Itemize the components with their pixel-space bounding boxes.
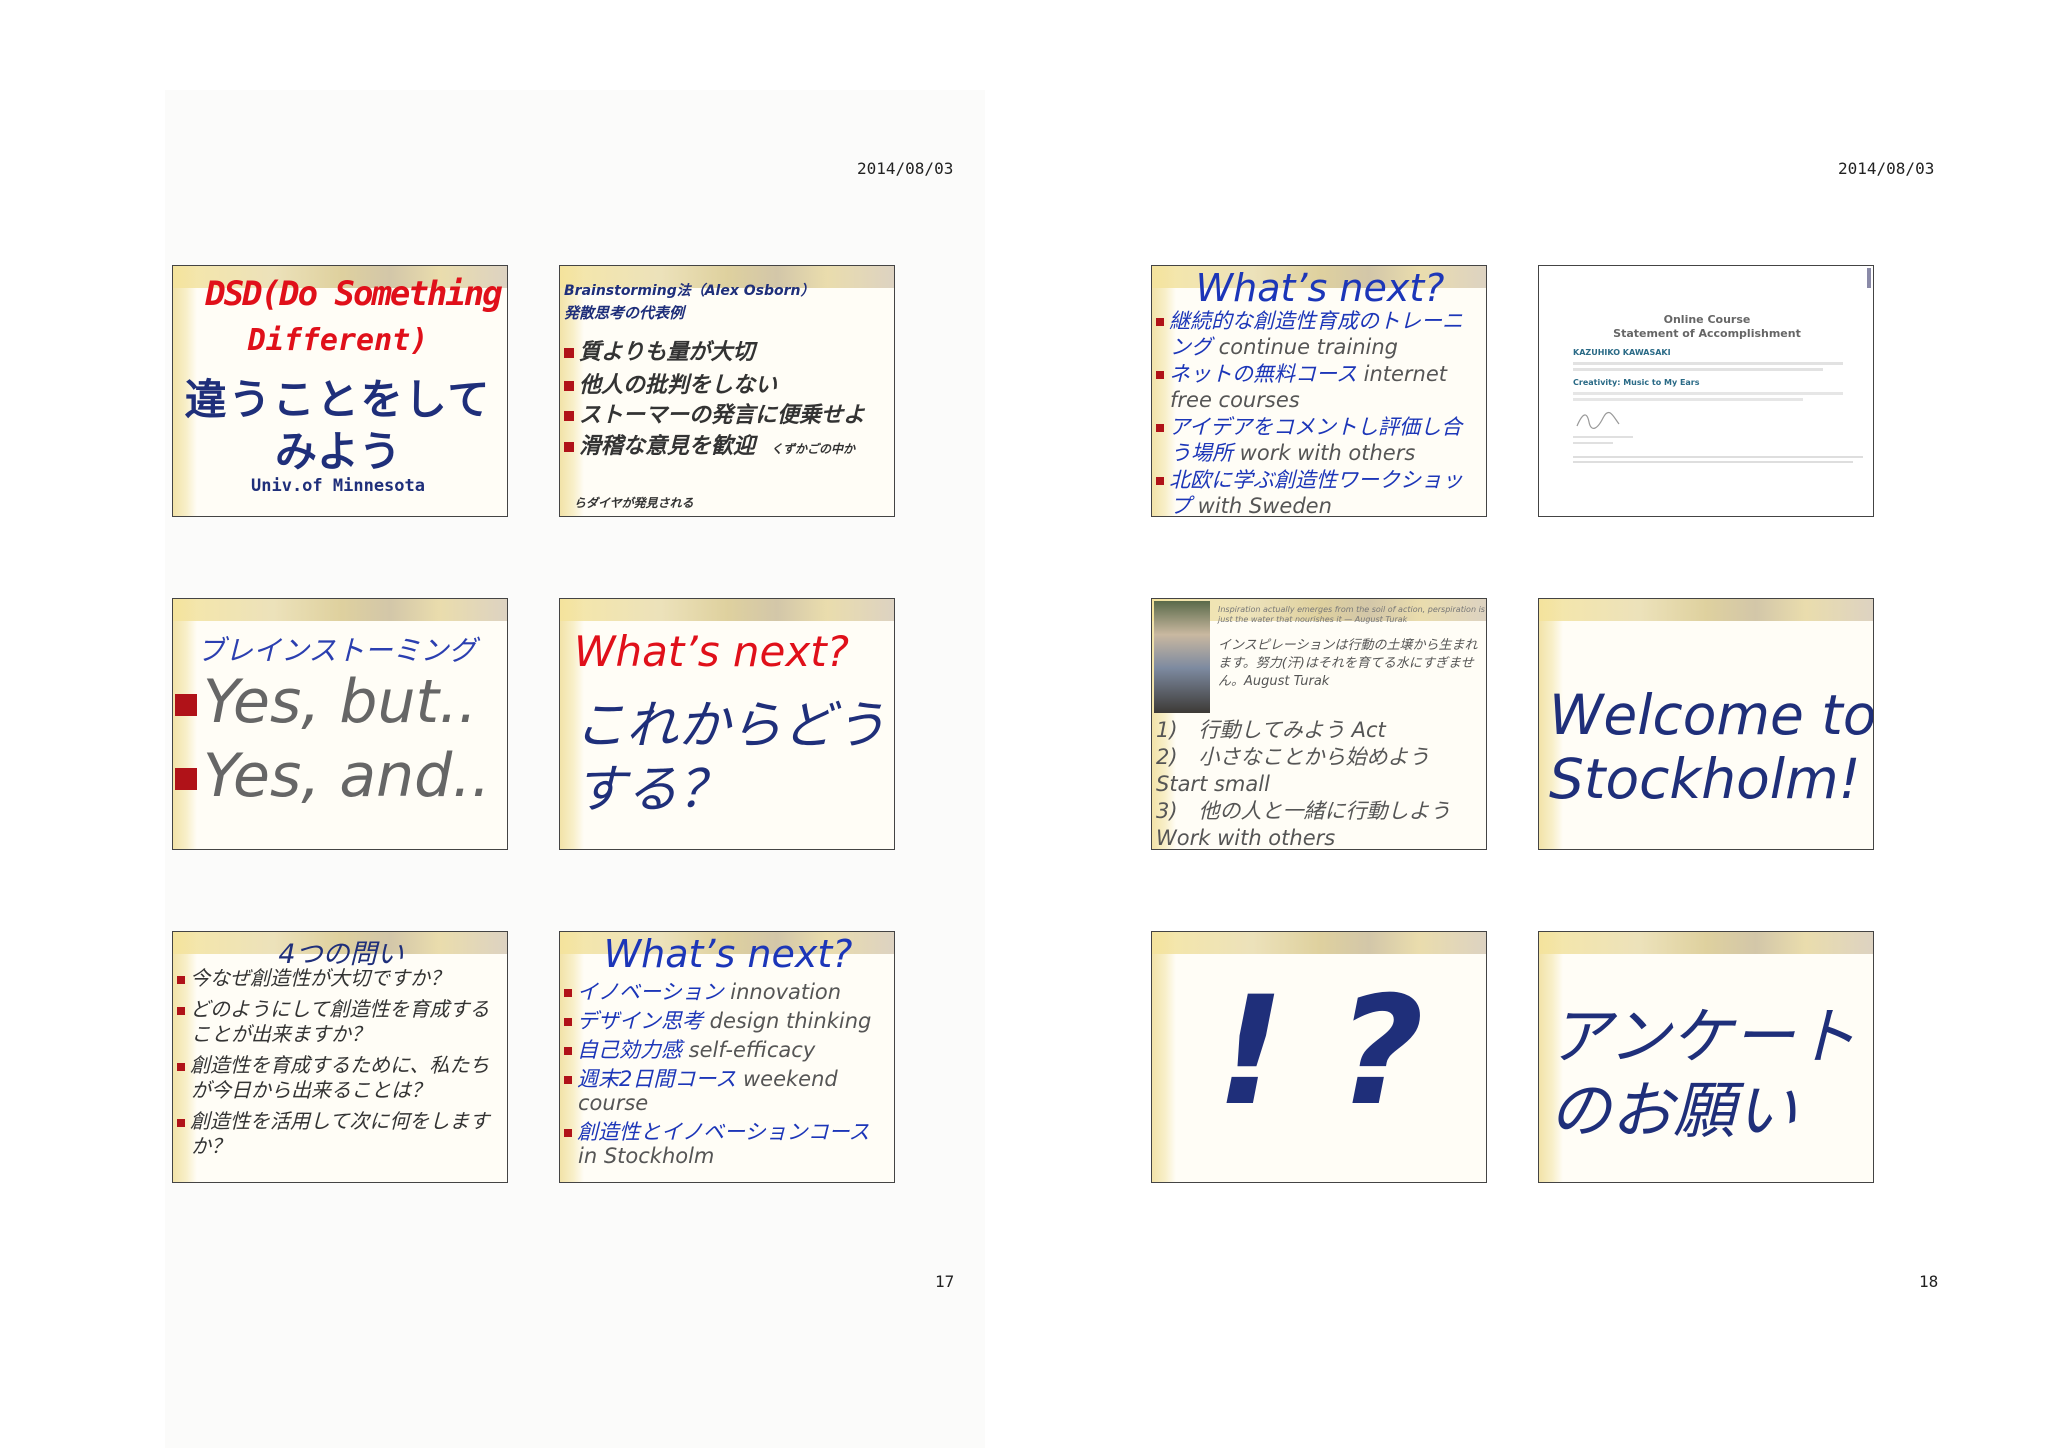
handout-page-left: 2014/08/03 17 DSD(Do Something Different…: [0, 0, 1024, 1448]
list-note: らダイヤが発見される: [574, 496, 694, 510]
quote-japanese: インスピレーションは行動の土壌から生まれます。努力(汗)はそれを育てる水にすぎま…: [1218, 638, 1478, 689]
slide-body-line: Welcome to: [1549, 683, 1874, 747]
page-number: 17: [935, 1272, 955, 1291]
text-line: [1573, 368, 1823, 371]
page-number: 18: [1919, 1272, 1939, 1291]
list-item: Start small: [1156, 772, 1270, 796]
quote-english: Inspiration actually emerges from the so…: [1218, 605, 1485, 624]
signature-icon: [1576, 411, 1620, 429]
list-item: 自己効力感 self-efficacy: [564, 1038, 890, 1062]
list-item: アイデアをコメントし評価し合う場所 work with others: [1156, 414, 1482, 466]
slide-title: What’s next?: [574, 627, 850, 676]
slide-body-line: する？: [574, 760, 731, 820]
bullet-list: 質よりも量が大切 他人の批判をしない ストーマーの発言に便乗せよ 滑稽な意見を歓…: [564, 336, 890, 466]
text-line: [1573, 392, 1843, 395]
list-item: 創造性とイノベーションコース in Stockholm: [564, 1120, 890, 1168]
slide-title-line: DSD(Do Something: [205, 274, 503, 314]
text-line: [1573, 362, 1843, 365]
slide-whats-next-red: What’s next? これからどう する？: [559, 598, 895, 850]
list-note: くずかごの中か: [771, 442, 856, 456]
list-item: 今なぜ創造性が大切ですか？: [177, 966, 501, 991]
list-item: Yes, but..: [175, 667, 477, 737]
slide-four-questions: 4つの問い 今なぜ創造性が大切ですか？ どのようにして創造性を育成することが出来…: [172, 931, 508, 1183]
list-item: 質よりも量が大切: [564, 336, 890, 369]
list-item: 滑稽な意見を歓迎 くずかごの中か: [564, 430, 890, 466]
text-line: [1573, 461, 1853, 463]
action-list: 1) 行動してみよう Act 2) 小さなことから始めよう Start smal…: [1156, 717, 1486, 850]
list-item: 2) 小さなことから始めよう: [1156, 745, 1430, 769]
list-item: Work with others: [1156, 826, 1336, 850]
list-item: 創造性を育成するために、私たちが今日から出来ることは？: [177, 1053, 501, 1103]
page-date: 2014/08/03: [1838, 159, 1935, 178]
text-line: [1573, 456, 1863, 458]
slide-body-line: のお願い: [1549, 1074, 1798, 1147]
certificate-course: Creativity: Music to My Ears: [1573, 378, 1700, 387]
certificate-name: KAZUHIKO KAWASAKI: [1573, 348, 1671, 357]
slide-certificate: Online Course Statement of Accomplishmen…: [1538, 265, 1874, 517]
list-item: イノベーション innovation: [564, 980, 890, 1004]
slide-turak-quote: Inspiration actually emerges from the so…: [1151, 598, 1487, 850]
slide-caption: Univ.of Minnesota: [251, 476, 425, 496]
page-date: 2014/08/03: [857, 159, 954, 178]
slide-body-line: Stockholm!: [1549, 747, 1861, 811]
list-item: 週末2日間コース weekend course: [564, 1067, 890, 1115]
slide-symbols: ! ?: [1216, 965, 1424, 1139]
list-item: ストーマーの発言に便乗せよ: [564, 402, 890, 430]
slide-exclaim-question: ! ?: [1151, 931, 1487, 1183]
certificate-heading: Statement of Accomplishment: [1613, 327, 1801, 340]
slide-title-line: Different): [247, 323, 429, 358]
certificate-heading: Online Course: [1663, 313, 1751, 326]
list-item: どのようにして創造性を育成することが出来ますか？: [177, 997, 501, 1047]
slide-dsd: DSD(Do Something Different) 違うことをして みよう …: [172, 265, 508, 517]
list-item: 創造性を活用して次に何をしますか？: [177, 1109, 501, 1159]
slide-whats-next-innovation: What’s next? イノベーション innovation デザイン思考 d…: [559, 931, 895, 1183]
text-line: [1573, 436, 1633, 438]
list-item: 1) 行動してみよう Act: [1156, 718, 1386, 742]
slide-title-jp: みよう: [274, 427, 401, 476]
bullet-list: イノベーション innovation デザイン思考 design thinkin…: [564, 980, 890, 1168]
slide-title: ブレインストーミング: [197, 634, 477, 667]
list-item: デザイン思考 design thinking: [564, 1009, 890, 1033]
bullet-list: 今なぜ創造性が大切ですか？ どのようにして創造性を育成することが出来ますか？ 創…: [177, 966, 501, 1159]
list-item: 北欧に学ぶ創造性ワークショップ with Sweden: [1156, 467, 1482, 516]
handout-page-right: 2014/08/03 18 What’s next? 継続的な創造性育成のトレー…: [1024, 0, 2048, 1448]
slide-whats-next-training: What’s next? 継続的な創造性育成のトレーニング continue t…: [1151, 265, 1487, 517]
bullet-list: 継続的な創造性育成のトレーニング continue training ネットの無…: [1156, 308, 1482, 516]
slide-title: What’s next?: [1195, 266, 1445, 310]
slide-brainstorming: Brainstorming法（Alex Osborn） 発散思考の代表例 質より…: [559, 265, 895, 517]
slide-yes-but: ブレインストーミング Yes, but.. Yes, and..: [172, 598, 508, 850]
slide-welcome: Welcome to Stockholm!: [1538, 598, 1874, 850]
list-item: 他人の批判をしない: [564, 369, 890, 402]
text-line: [1573, 442, 1613, 444]
list-item: ネットの無料コース internet free courses: [1156, 361, 1482, 413]
scrollbar-mark: [1867, 268, 1871, 288]
text-line: [1573, 398, 1803, 401]
slide-title: Brainstorming法（Alex Osborn）: [564, 283, 815, 299]
slide-survey: アンケート のお願い: [1538, 931, 1874, 1183]
list-item: 継続的な創造性育成のトレーニング continue training: [1156, 308, 1482, 360]
slide-subtitle: 発散思考の代表例: [564, 304, 685, 322]
slide-title: What’s next?: [603, 932, 853, 976]
portrait-image: [1154, 601, 1210, 713]
list-item: 3) 他の人と一緒に行動しよう: [1156, 799, 1451, 823]
list-item: Yes, and..: [175, 741, 490, 811]
